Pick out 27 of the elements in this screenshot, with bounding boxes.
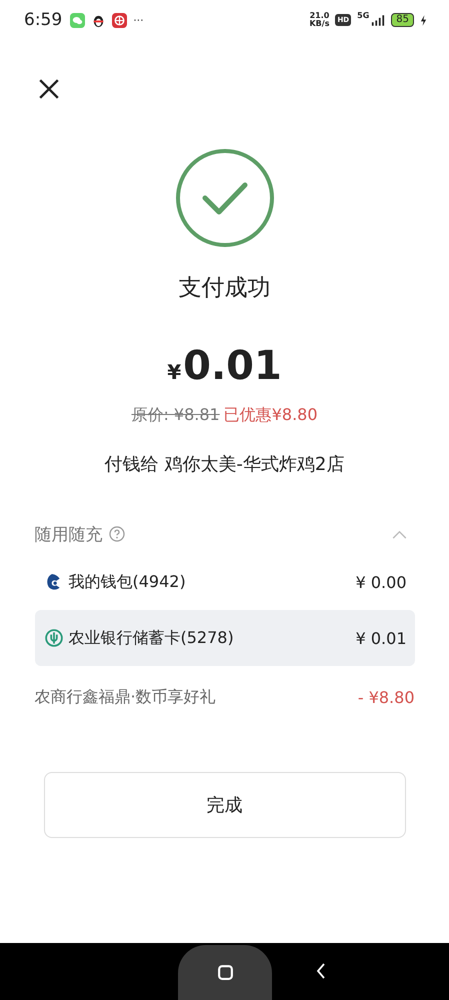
network-type: 5G <box>357 11 370 20</box>
promotion-name: 农商行鑫福鼎·数币享好礼 <box>34 686 216 708</box>
done-button[interactable]: 完成 <box>44 772 406 838</box>
promotion-discount: - ¥8.80 <box>358 688 414 706</box>
success-check-icon <box>174 148 274 248</box>
back-icon[interactable] <box>316 963 326 979</box>
home-button[interactable] <box>178 945 272 1000</box>
status-time: 6:59 <box>24 10 62 30</box>
battery-level: 85 <box>391 13 414 27</box>
network-speed: 21.0 KB/s <box>309 12 330 28</box>
square-icon <box>216 964 234 981</box>
payment-success-title: 支付成功 <box>178 274 270 303</box>
wallet-icon <box>44 573 62 591</box>
bank-logo-icon <box>44 629 62 647</box>
discount-amount: 已优惠¥8.80 <box>224 405 318 426</box>
paid-amount: ¥0.01 <box>167 343 282 389</box>
signal-icon <box>371 14 386 26</box>
charging-icon <box>420 14 427 26</box>
chat-app-icon <box>70 12 86 28</box>
payment-method-row[interactable]: 农业银行储蓄卡(5278) ¥ 0.01 <box>34 610 414 666</box>
payment-method-row[interactable]: 我的钱包(4942) ¥ 0.00 <box>34 554 414 610</box>
payee-text: 付钱给 鸡你太美-华式炸鸡2店 <box>104 453 344 476</box>
section-title: 随用随充 <box>34 524 102 546</box>
more-notifications: ··· <box>133 14 144 26</box>
app-icon <box>112 12 128 28</box>
help-icon[interactable] <box>108 526 124 542</box>
original-price: 原价: ¥8.81 <box>131 405 220 426</box>
